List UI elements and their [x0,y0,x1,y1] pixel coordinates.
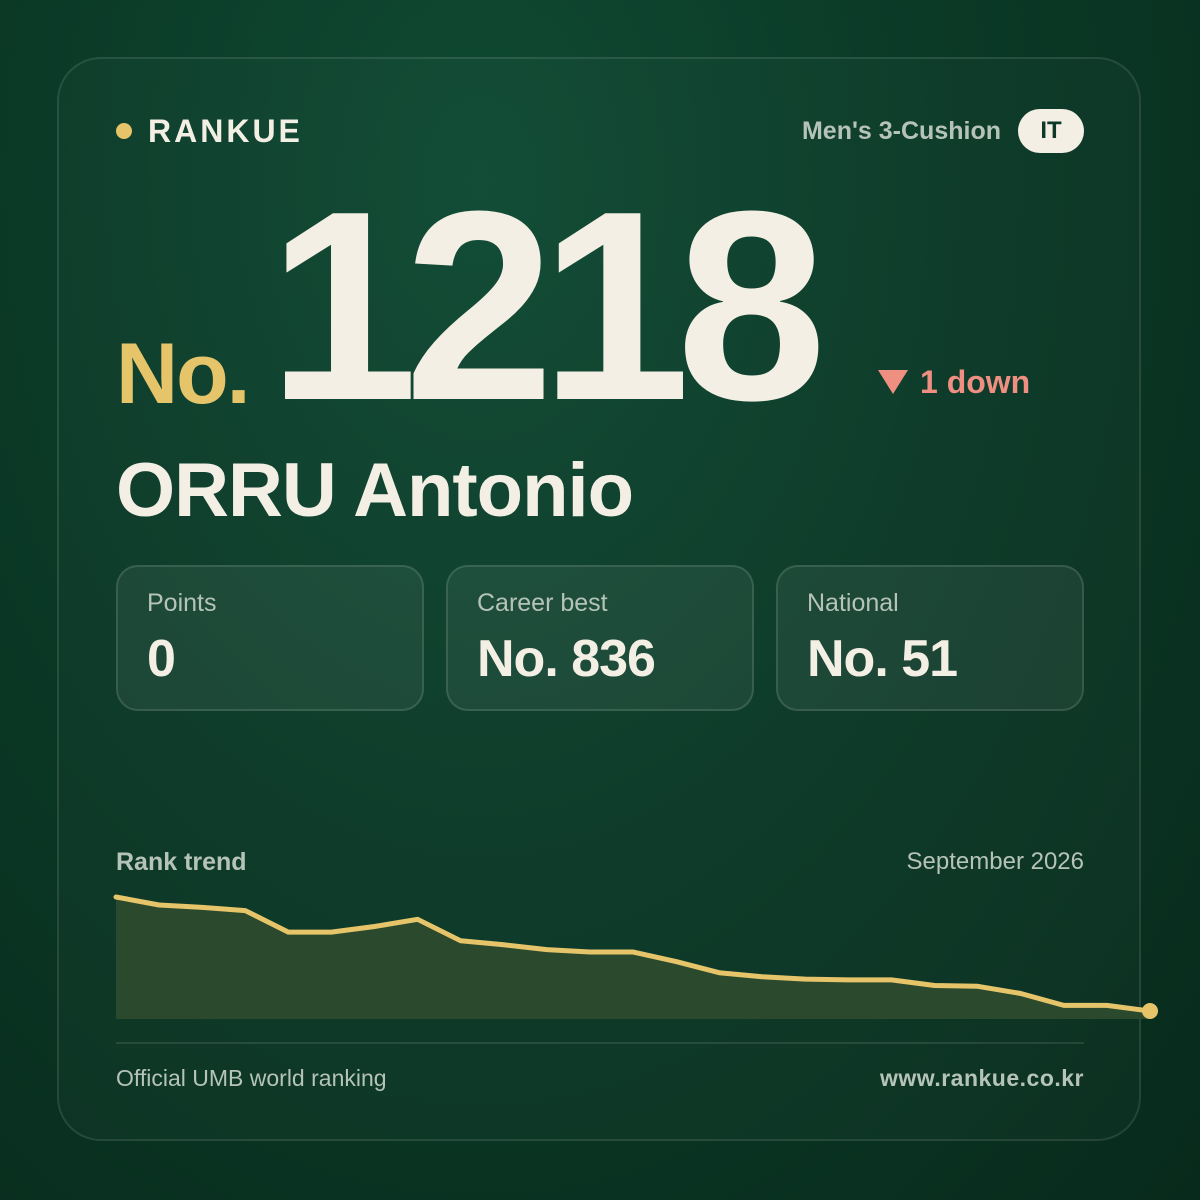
trend-title: Rank trend [116,848,247,876]
player-name: ORRU Antonio [116,448,634,533]
rank-trend-chart [113,894,1158,1019]
brand-dot-icon [116,123,132,139]
trend-last-point [1142,1003,1158,1019]
stat-value: No. 51 [807,630,958,688]
stat-value: No. 836 [477,630,656,688]
stat-value: 0 [147,630,176,688]
country-badge: IT [1018,109,1084,153]
stat-label: National [807,589,899,617]
stat-card-national: National No. 51 [776,565,1084,711]
stat-card-career-best: Career best No. 836 [446,565,754,711]
triangle-down-icon [878,370,908,394]
trend-date: September 2026 [906,848,1084,875]
brand-name: RANKUE [148,112,303,149]
footer-divider [116,1042,1084,1044]
brand-logo: RANKUE [116,112,303,150]
rank-prefix: No. [116,326,251,422]
category-label: Men's 3-Cushion [801,117,1001,145]
footer-source: Official UMB world ranking [116,1065,387,1091]
stat-card-points: Points 0 [116,565,424,711]
rank-number: 1218 [268,156,827,457]
rank-change-label: 1 down [920,363,1031,400]
stat-label: Points [147,589,217,617]
rank-change: 1 down [878,362,1030,402]
footer-url: www.rankue.co.kr [880,1065,1084,1091]
stat-label: Career best [477,589,608,617]
trend-area [116,897,1150,1019]
